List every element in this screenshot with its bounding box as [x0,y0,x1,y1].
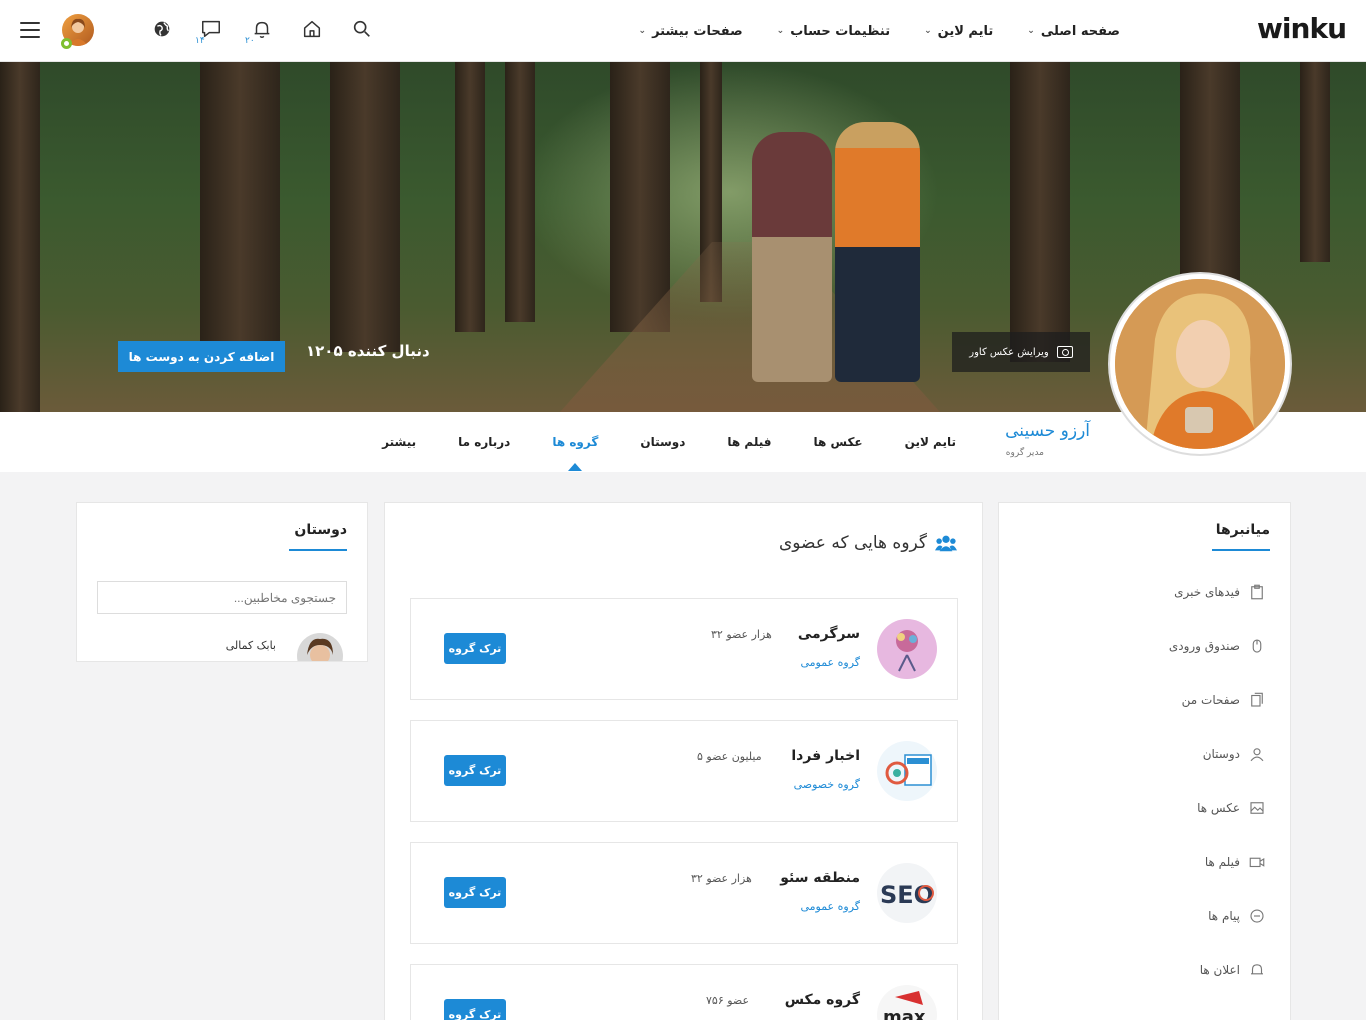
group-members: ۷۵۶ عضو [706,994,750,1007]
group-card: SEO منطقه سئو گروه عمومی ۳۲ هزار عضو ترک… [410,842,958,944]
mouse-icon [1252,639,1262,653]
group-members: ۵ میلیون عضو [697,750,762,763]
leave-group-button[interactable]: ترک گروه [444,877,506,908]
group-name[interactable]: گروه مکس [785,992,860,1008]
notifications-count: ۲۰ [245,36,255,46]
top-bar: ۱۴ ۲۰ صفحه اصلی ⌄ تایم لاین ⌄ تنظیمات حساب… [0,0,1366,62]
groups-panel: گروه هایی که عضوی سرگرمی گروه عمومی ۳۲ ه… [384,502,983,1020]
shortcut-label: فیلم ها [1204,855,1240,869]
hamburger-menu-icon[interactable] [20,22,40,40]
group-thumbnail[interactable] [877,741,937,801]
tab-more[interactable]: بیشتر [382,435,416,449]
user-icon [1250,748,1264,762]
edit-cover-label: ویرایش عکس کاور [969,346,1049,358]
nav-more-pages-label: صفحات بیشتر [652,23,743,39]
logo-text: winku [1257,12,1347,45]
shortcut-label: صندوق ورودی [1168,639,1240,653]
nav-account-settings[interactable]: تنظیمات حساب ⌄ [777,24,890,39]
group-card: max گروه مکس ۷۵۶ عضو ترک گروه [410,964,958,1020]
friends-title: دوستان [294,522,347,538]
tab-videos[interactable]: فیلم ها [727,435,771,449]
group-card: اخبار فردا گروه خصوصی ۵ میلیون عضو ترک گ… [410,720,958,822]
tab-about[interactable]: درباره ما [458,435,510,449]
users-icon [935,535,957,552]
shortcut-notifications[interactable]: اعلان ها [1200,961,1266,979]
nav-timeline[interactable]: تایم لاین ⌄ [924,24,993,39]
globe-icon[interactable] [151,18,173,40]
group-type: گروه عمومی [800,900,860,913]
shortcut-friends[interactable]: دوستان [1203,745,1266,763]
group-card: سرگرمی گروه عمومی ۳۲ هزار عضو ترک گروه [410,598,958,700]
profile-tabs: تایم لاین عکس ها فیلم ها دوستان گروه ها … [382,412,956,472]
tab-groups[interactable]: گروه ها [552,435,598,471]
nav-account-settings-label: تنظیمات حساب [790,23,891,39]
svg-text:max: max [883,1007,926,1020]
tab-timeline[interactable]: تایم لاین [905,435,956,449]
friend-avatar [297,633,343,661]
leave-group-button[interactable]: ترک گروه [444,633,506,664]
group-type: گروه عمومی [800,656,860,669]
group-members: ۳۲ هزار عضو [711,628,772,641]
nav-more-pages[interactable]: صفحات بیشتر ⌄ [639,24,743,39]
shortcuts-title: میانبرها [1215,522,1270,538]
profile-name[interactable]: آرزو حسینی [1005,421,1090,441]
shortcut-label: پیام ها [1208,909,1240,923]
friends-panel: دوستان بابک کمالی [76,502,368,662]
group-name[interactable]: اخبار فردا [791,748,860,764]
nav-home-label: صفحه اصلی [1040,23,1120,39]
shortcut-messages[interactable]: پیام ها [1208,907,1266,925]
group-name[interactable]: منطقه سئو [780,870,860,886]
messages-count: ۱۴ [195,36,205,46]
camera-icon [1056,346,1073,358]
chevron-down-icon: ⌄ [638,26,647,36]
image-icon [1250,802,1264,814]
shortcut-videos[interactable]: فیلم ها [1205,853,1266,871]
profile-avatar[interactable] [1110,274,1290,454]
home-icon[interactable] [301,18,323,40]
group-thumbnail[interactable] [877,619,937,679]
chevron-down-icon: ⌄ [924,26,932,36]
group-thumbnail[interactable]: max [877,985,937,1020]
nav-home[interactable]: صفحه اصلی ⌄ [1027,24,1120,39]
leave-group-button[interactable]: ترک گروه [444,999,506,1020]
bell-icon [1251,964,1263,975]
clipboard-icon [1251,584,1263,600]
shortcut-label: عکس ها [1197,801,1240,815]
add-friend-button[interactable]: اضافه کردن به دوست ها [118,341,285,372]
group-name[interactable]: سرگرمی [798,626,860,642]
shortcut-inbox[interactable]: صندوق ورودی [1169,637,1266,655]
shortcut-news-feed[interactable]: فیدهای خبری [1174,583,1266,601]
tab-friends[interactable]: دوستان [640,435,685,449]
pages-icon [1251,692,1263,707]
logo[interactable]: winku [1257,12,1347,45]
main-nav: صفحه اصلی ⌄ تایم لاین ⌄ تنظیمات حساب ⌄ صفحا… [639,0,1120,62]
shortcut-label: دوستان [1202,747,1240,761]
chevron-down-icon: ⌄ [1027,26,1035,36]
shortcuts-panel: میانبرها فیدهای خبری صندوق ورودی صفحات م… [998,502,1291,1020]
shortcut-label: اعلان ها [1199,963,1240,977]
search-icon[interactable] [351,18,373,40]
shortcut-label: صفحات من [1181,693,1240,707]
shortcut-photos[interactable]: عکس ها [1197,799,1266,817]
group-thumbnail[interactable]: SEO [877,863,937,923]
chevron-down-icon: ⌄ [776,26,785,36]
profile-role: مدیر گروه [1005,448,1044,458]
group-members: ۳۲ هزار عضو [691,872,752,885]
group-type: گروه خصوصی [793,778,860,791]
online-status-indicator [61,38,72,49]
leave-group-button[interactable]: ترک گروه [444,755,506,786]
edit-cover-button[interactable]: ویرایش عکس کاور [952,332,1090,372]
chat-icon [1250,909,1264,923]
video-icon [1249,857,1265,868]
groups-header: گروه هایی که عضوی [779,533,957,553]
groups-title: گروه هایی که عضوی [778,533,927,553]
nav-timeline-label: تایم لاین [937,23,994,39]
friends-search-input[interactable] [97,581,347,614]
followers-count: ۱۲۰۵ دنبال کننده [306,342,430,360]
shortcut-my-pages[interactable]: صفحات من [1182,691,1266,709]
friend-name: بابک کمالی [225,639,276,652]
shortcut-label: فیدهای خبری [1174,585,1240,599]
tab-photos[interactable]: عکس ها [813,435,862,449]
